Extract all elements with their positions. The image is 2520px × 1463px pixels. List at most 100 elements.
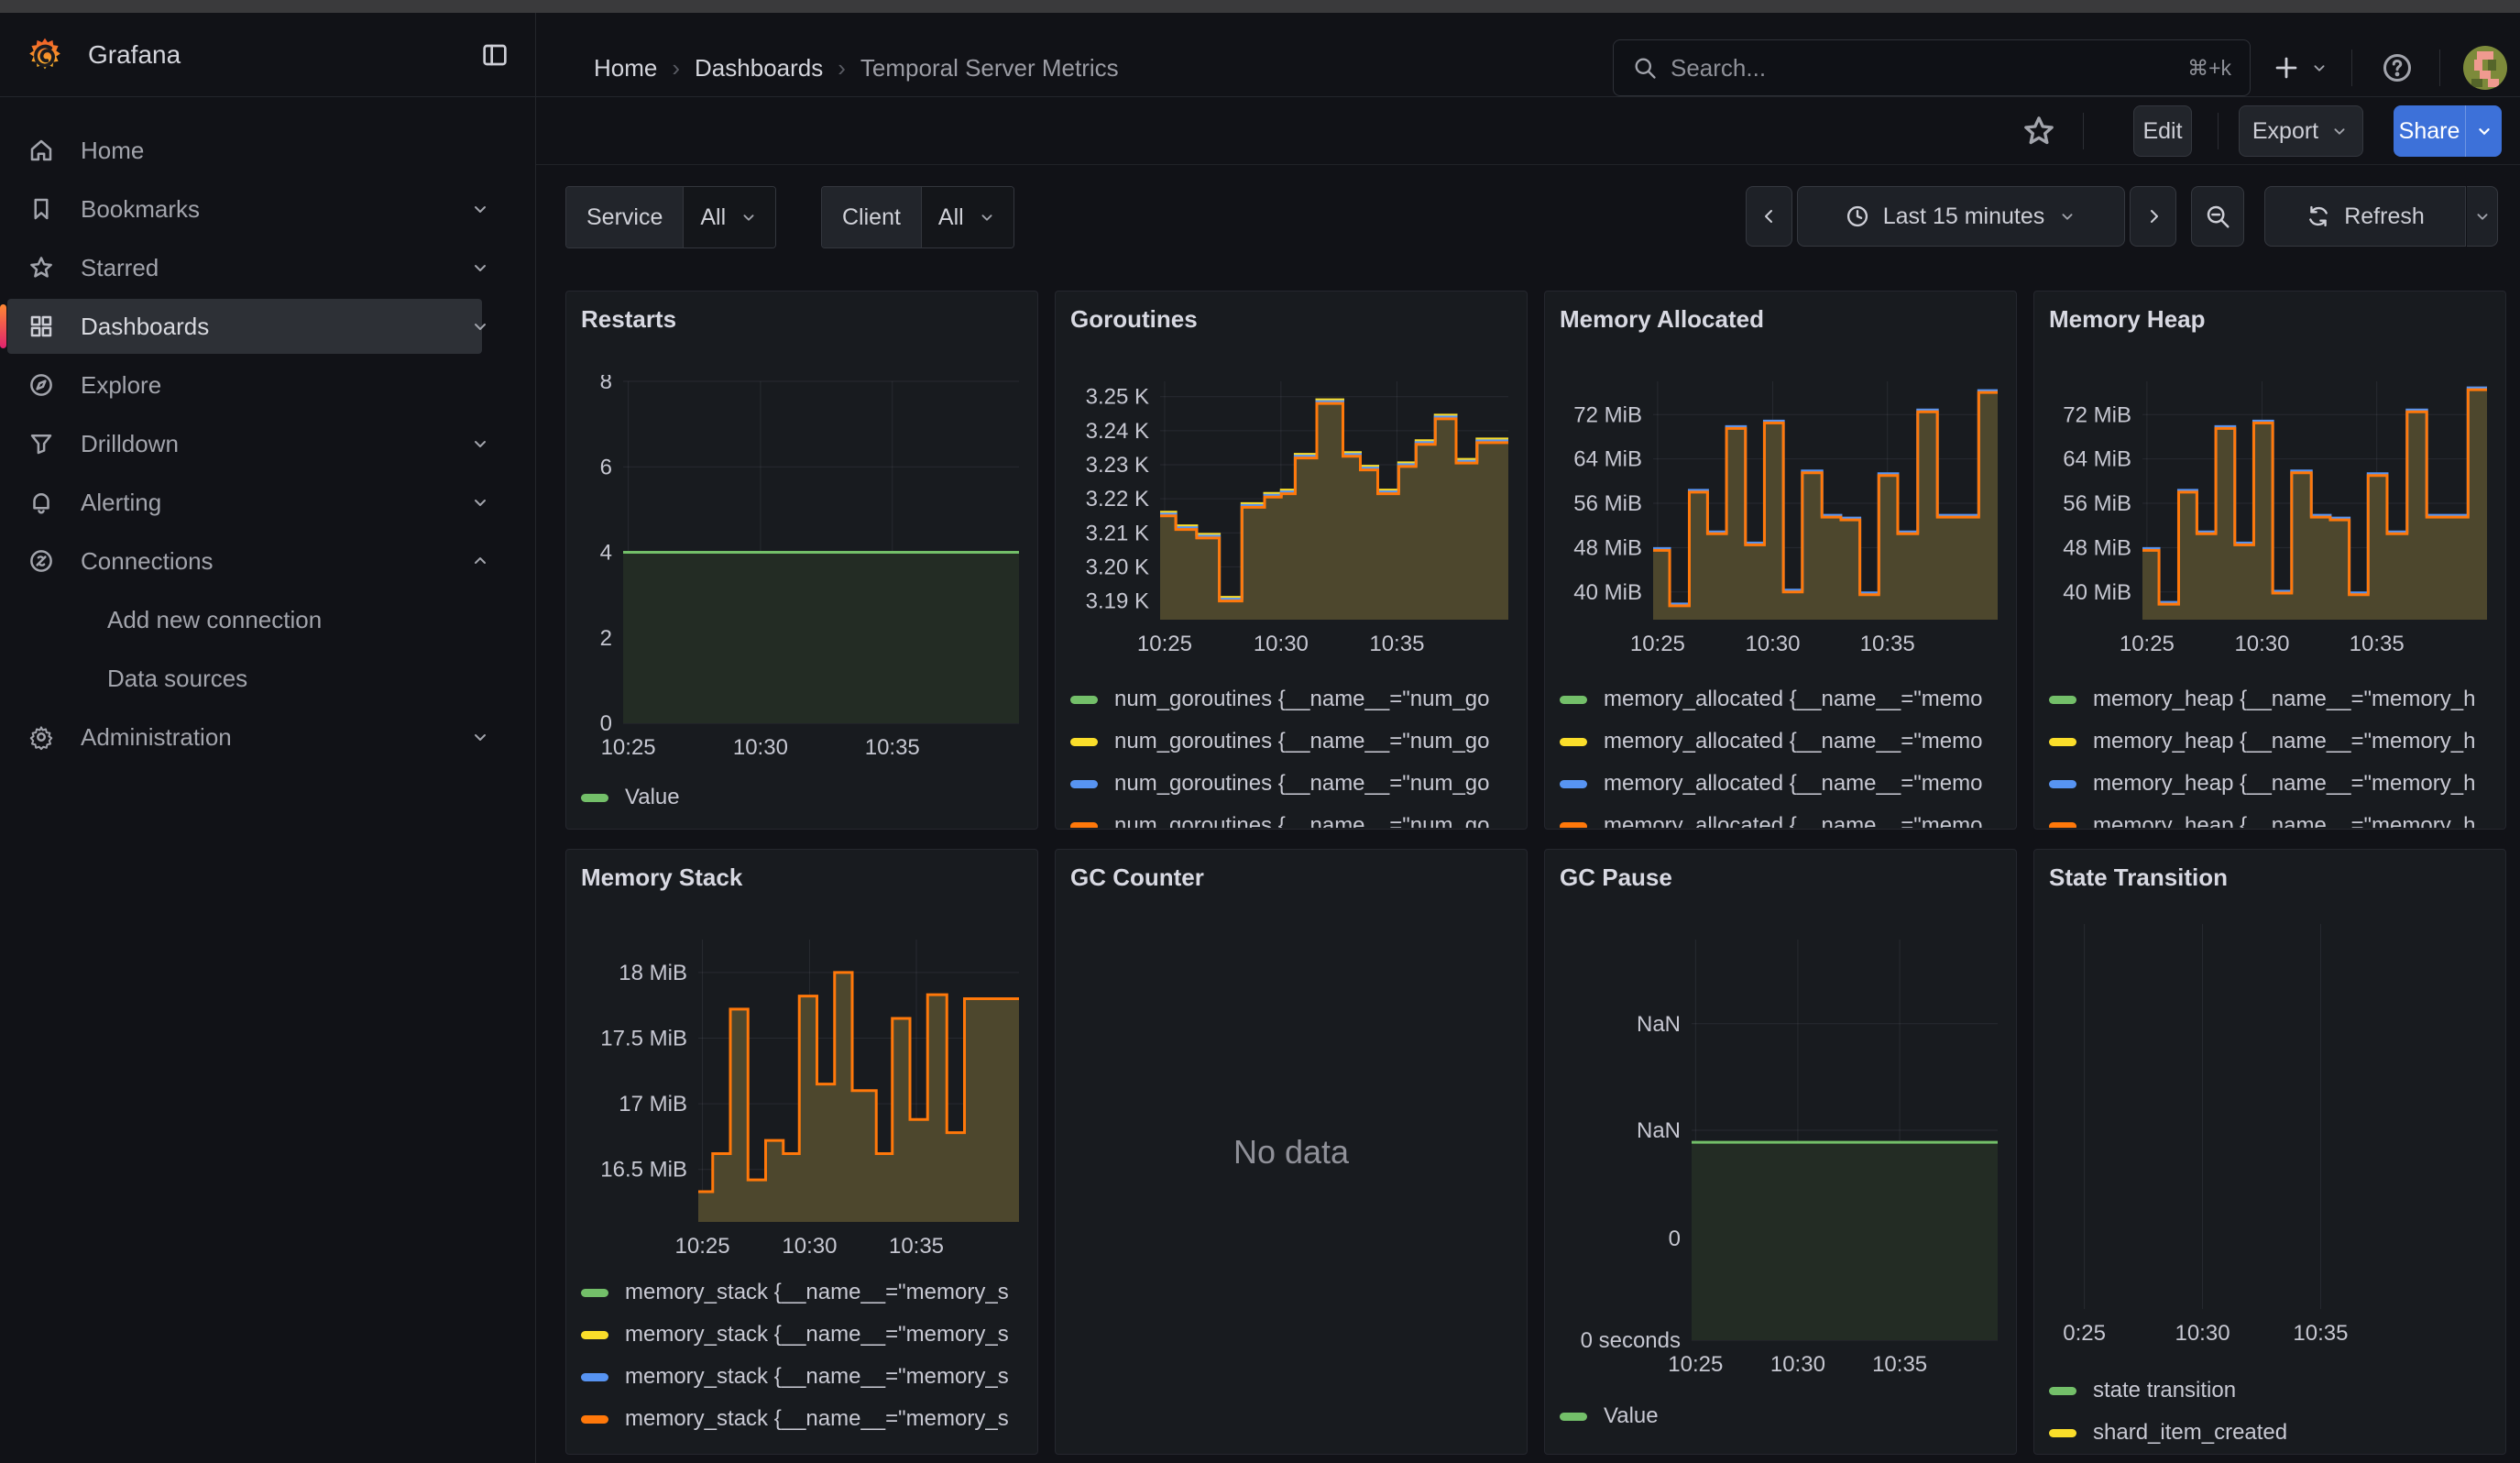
timeseries-chart[interactable]: 3.19 K3.20 K3.21 K3.22 K3.23 K3.24 K3.25…	[1070, 375, 1512, 665]
sidebar-item-bookmarks[interactable]: Bookmarks	[0, 180, 535, 238]
svg-text:10:30: 10:30	[733, 735, 788, 760]
panel-title[interactable]: State Transition	[2049, 863, 2491, 892]
legend-item[interactable]: Value	[581, 779, 1023, 816]
favorite-star-button[interactable]	[2019, 111, 2059, 151]
panel-legend: num_goroutines {__name__="num_go num_gor…	[1070, 681, 1512, 828]
window-top-strip	[0, 0, 2520, 13]
toolbar-divider	[2218, 113, 2219, 149]
panel-title[interactable]: GC Pause	[1560, 863, 2001, 892]
panel-title[interactable]: Memory Allocated	[1560, 304, 2001, 334]
search-input[interactable]: Search... ⌘+k	[1613, 39, 2251, 96]
panel-title[interactable]: GC Counter	[1070, 863, 1512, 892]
svg-text:10:30: 10:30	[2175, 1321, 2230, 1346]
chevron-down-icon[interactable]	[469, 491, 491, 513]
sidebar-item-administration[interactable]: Administration	[0, 708, 535, 766]
legend-item[interactable]: memory_heap {__name__="memory_h	[2049, 723, 2491, 760]
legend-marker	[1560, 696, 1587, 704]
dashboards-grid-icon	[27, 313, 55, 340]
sidebar-item-alerting[interactable]: Alerting	[0, 473, 535, 532]
service-variable-select[interactable]: All	[683, 187, 775, 248]
sidebar-item-explore[interactable]: Explore	[0, 356, 535, 414]
panel-title[interactable]: Goroutines	[1070, 304, 1512, 334]
panel-title[interactable]: Restarts	[581, 304, 1023, 334]
dashboard-panel-grid: Restarts 0246810:2510:3010:35 Value Goro…	[565, 291, 2506, 1455]
grafana-logo[interactable]	[24, 34, 66, 76]
timeseries-chart[interactable]: 0246810:2510:3010:35	[581, 375, 1023, 768]
export-button[interactable]: Export	[2239, 105, 2363, 157]
chevron-down-icon[interactable]	[469, 433, 491, 455]
timeseries-chart[interactable]: 0:2510:3010:35	[2049, 918, 2491, 1354]
sidebar-item-label: Bookmarks	[81, 195, 200, 224]
legend-label: memory_allocated {__name__="memo	[1604, 729, 1982, 754]
legend-item[interactable]: memory_stack {__name__="memory_s	[581, 1274, 1023, 1311]
sidebar-item-drilldown[interactable]: Drilldown	[0, 414, 535, 473]
legend-label: num_goroutines {__name__="num_go	[1114, 813, 1490, 828]
user-avatar[interactable]	[2463, 46, 2507, 90]
sidebar-item-dashboards[interactable]: Dashboards	[0, 297, 535, 356]
legend-marker	[2049, 1429, 2076, 1437]
legend-item[interactable]: memory_allocated {__name__="memo	[1560, 681, 2001, 718]
legend-item[interactable]: num_goroutines {__name__="num_go	[1070, 681, 1512, 718]
refresh-interval-button[interactable]	[2467, 186, 2498, 247]
timeseries-chart[interactable]: 40 MiB48 MiB56 MiB64 MiB72 MiB10:2510:30…	[2049, 375, 2491, 665]
panel-title[interactable]: Memory Stack	[581, 863, 1023, 892]
timeseries-chart[interactable]: 16.5 MiB17 MiB17.5 MiB18 MiB10:2510:3010…	[581, 933, 1023, 1267]
legend-item[interactable]: num_goroutines {__name__="num_go	[1070, 765, 1512, 802]
legend-item[interactable]: memory_heap {__name__="memory_h	[2049, 808, 2491, 828]
legend-item[interactable]: memory_stack {__name__="memory_s	[581, 1316, 1023, 1353]
svg-text:3.19 K: 3.19 K	[1086, 589, 1149, 614]
client-variable: Client All	[821, 186, 1014, 248]
sidebar-item-starred[interactable]: Starred	[0, 238, 535, 297]
legend-item[interactable]: memory_allocated {__name__="memo	[1560, 808, 2001, 828]
refresh-button[interactable]: Refresh	[2264, 186, 2466, 247]
share-menu-button[interactable]	[2465, 105, 2502, 157]
chevron-up-icon[interactable]	[469, 550, 491, 572]
sidebar-collapse-button[interactable]	[477, 37, 513, 73]
time-range-picker[interactable]: Last 15 minutes	[1797, 186, 2125, 247]
legend-item[interactable]: memory_allocated {__name__="memo	[1560, 723, 2001, 760]
panel-title[interactable]: Memory Heap	[2049, 304, 2491, 334]
chevron-down-icon[interactable]	[469, 315, 491, 337]
legend-marker	[1070, 738, 1098, 746]
legend-label: memory_heap {__name__="memory_h	[2093, 729, 2475, 754]
legend-item[interactable]: memory_stack {__name__="memory_s	[581, 1401, 1023, 1437]
legend-item[interactable]: Value	[1560, 1398, 2001, 1435]
chevron-down-icon[interactable]	[469, 257, 491, 279]
legend-item[interactable]: shard_item_created	[2049, 1414, 2491, 1451]
client-variable-select[interactable]: All	[921, 187, 1013, 248]
chevron-down-icon[interactable]	[469, 726, 491, 748]
sidebar-item-data-sources[interactable]: Data sources	[0, 649, 535, 708]
chevron-down-icon[interactable]	[469, 198, 491, 220]
sidebar-item-home[interactable]: Home	[0, 121, 535, 180]
breadcrumb-dashboards[interactable]: Dashboards	[695, 54, 823, 82]
legend-label: num_goroutines {__name__="num_go	[1114, 771, 1490, 797]
legend-item[interactable]: memory_allocated {__name__="memo	[1560, 765, 2001, 802]
legend-label: Value	[625, 785, 680, 810]
legend-item[interactable]: state transition	[2049, 1372, 2491, 1409]
time-range-zoom-out-button[interactable]	[2191, 186, 2244, 247]
legend-item[interactable]: memory_stack {__name__="memory_s	[581, 1358, 1023, 1395]
chevron-down-icon	[2472, 206, 2493, 226]
legend-item[interactable]: num_goroutines {__name__="num_go	[1070, 808, 1512, 828]
svg-text:10:30: 10:30	[2234, 632, 2289, 656]
help-button[interactable]	[2381, 50, 2414, 86]
svg-text:3.23 K: 3.23 K	[1086, 453, 1149, 478]
chevron-down-icon	[977, 207, 997, 227]
legend-item[interactable]: memory_heap {__name__="memory_h	[2049, 681, 2491, 718]
timeseries-chart[interactable]: 0 seconds0NaNNaN10:2510:3010:35	[1560, 933, 2001, 1385]
edit-button[interactable]: Edit	[2133, 105, 2192, 157]
legend-label: memory_stack {__name__="memory_s	[625, 1364, 1009, 1390]
sidebar-item-connections[interactable]: Connections	[0, 532, 535, 590]
share-button[interactable]: Share	[2394, 105, 2465, 157]
legend-item[interactable]: memory_heap {__name__="memory_h	[2049, 765, 2491, 802]
time-range-back-button[interactable]	[1746, 186, 1792, 247]
svg-text:64 MiB: 64 MiB	[1573, 447, 1642, 472]
breadcrumb-home[interactable]: Home	[594, 54, 657, 82]
new-menu-button[interactable]	[2271, 50, 2329, 86]
plus-icon	[2271, 52, 2302, 83]
timeseries-chart[interactable]: 40 MiB48 MiB56 MiB64 MiB72 MiB10:2510:30…	[1560, 375, 2001, 665]
time-range-forward-button[interactable]	[2130, 186, 2176, 247]
legend-item[interactable]: num_goroutines {__name__="num_go	[1070, 723, 1512, 760]
svg-text:17 MiB: 17 MiB	[619, 1092, 687, 1116]
sidebar-item-add-new-connection[interactable]: Add new connection	[0, 590, 535, 649]
